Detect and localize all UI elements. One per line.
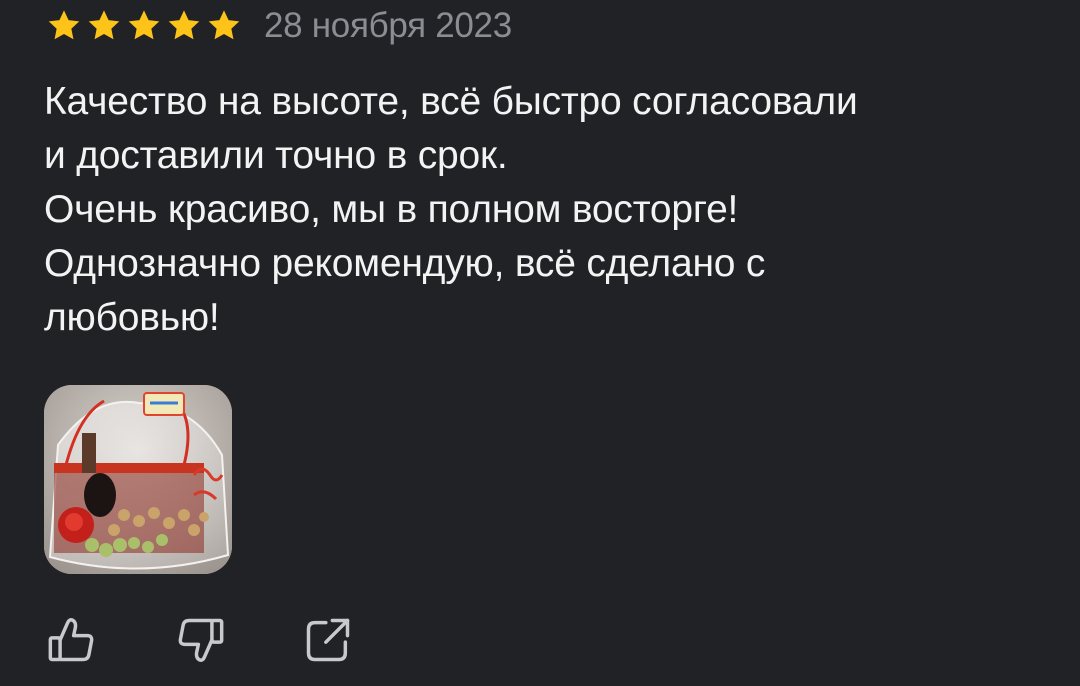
star-icon xyxy=(88,10,120,40)
star-icon xyxy=(128,10,160,40)
review-header: 28 ноября 2023 xyxy=(46,4,512,48)
like-button[interactable] xyxy=(44,612,100,668)
review-actions xyxy=(44,612,356,668)
share-button[interactable] xyxy=(300,612,356,668)
photo-thumbnail-gift-basket xyxy=(44,385,232,574)
share-external-icon xyxy=(306,618,350,662)
review-text-line: Очень красиво, мы в полном восторге! xyxy=(44,188,739,231)
thumbs-up-icon xyxy=(48,618,94,662)
review-text-line: и доставили точно в срок. xyxy=(44,134,508,177)
star-icon xyxy=(168,10,200,40)
review-text-line: любовью! xyxy=(44,296,220,339)
review-date: 28 ноября 2023 xyxy=(264,6,512,45)
review-card: 28 ноября 2023 Качество на высоте, всё б… xyxy=(0,0,1080,686)
review-photo-thumbnail[interactable] xyxy=(44,385,232,574)
dislike-button[interactable] xyxy=(172,612,228,668)
star-icon xyxy=(48,10,80,40)
thumbs-down-icon xyxy=(178,618,224,662)
review-text: Качество на высоте, всё быстро согласова… xyxy=(44,75,1044,345)
review-text-line: Качество на высоте, всё быстро согласова… xyxy=(44,80,858,123)
star-icon xyxy=(208,10,240,40)
review-text-line: Однозначно рекомендую, всё сделано с xyxy=(44,242,766,285)
rating-stars xyxy=(46,8,242,44)
